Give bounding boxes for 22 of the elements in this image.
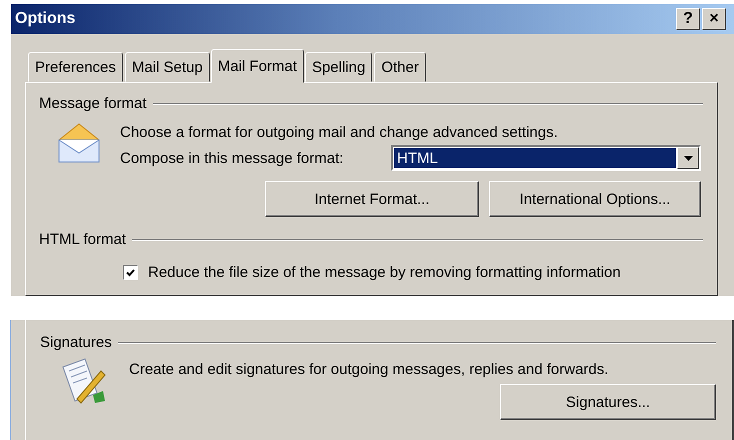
group-title: Message format xyxy=(39,95,147,112)
caption-button[interactable]: ? xyxy=(676,8,700,30)
compose-label: Compose in this message format: xyxy=(120,148,344,168)
dialog-button[interactable]: International Options... xyxy=(489,181,701,217)
tab[interactable]: Other xyxy=(374,52,426,82)
checkbox-label: Reduce the file size of the message by removing formatting information xyxy=(148,263,621,283)
window-title: Options xyxy=(15,10,76,28)
tab[interactable]: Spelling xyxy=(304,52,372,82)
description-text: Choose a format for outgoing mail and change advanced settings. xyxy=(120,123,559,143)
signatures-button[interactable]: Signatures... xyxy=(500,384,716,420)
group-title: HTML format xyxy=(39,231,126,248)
tab[interactable]: Preferences xyxy=(28,52,123,82)
caption-button[interactable]: × xyxy=(702,8,726,30)
checkmark-icon xyxy=(126,268,135,276)
format-dropdown[interactable]: HTML xyxy=(391,145,701,171)
description-text: Create and edit signatures for outgoing messages, replies and forwards. xyxy=(129,360,610,380)
tab[interactable]: Mail Setup xyxy=(124,52,210,82)
group-title: Signatures xyxy=(40,334,112,351)
dropdown-arrow-icon xyxy=(684,156,692,160)
checkbox[interactable] xyxy=(123,265,138,280)
tab[interactable]: Mail Format xyxy=(210,49,304,83)
dialog-button[interactable]: Internet Format... xyxy=(265,181,479,217)
